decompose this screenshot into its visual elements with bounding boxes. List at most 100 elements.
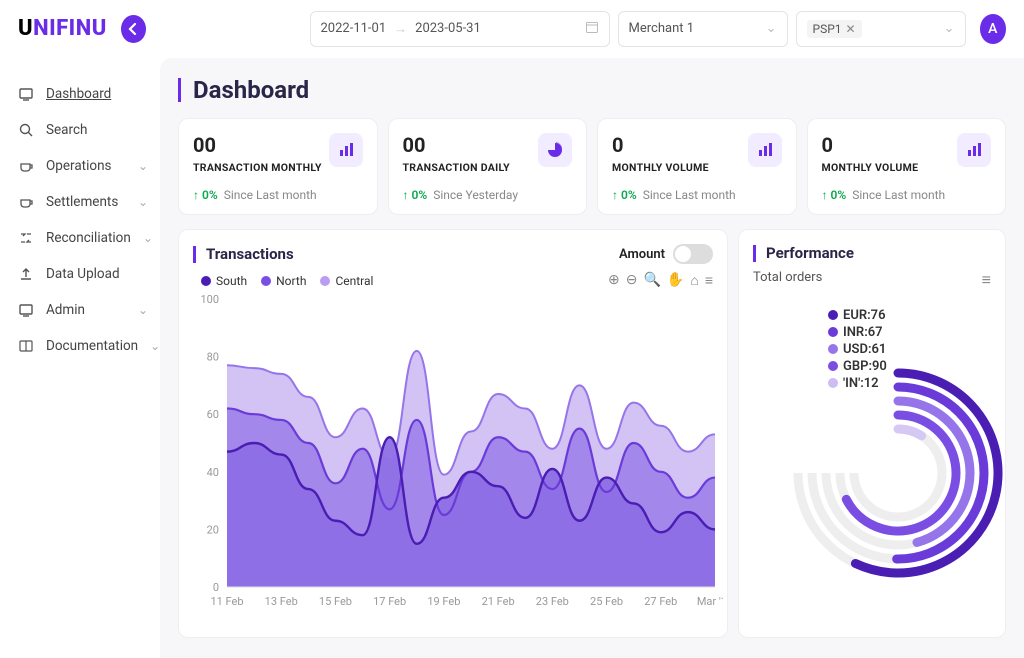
sidebar-item-admin[interactable]: Admin⌄ — [14, 292, 152, 328]
sidebar-item-reconciliation[interactable]: Reconciliation⌄ — [14, 220, 152, 256]
legend-item[interactable]: Central — [320, 274, 373, 288]
book-icon — [18, 338, 34, 354]
monitor-icon — [18, 302, 34, 318]
legend-label: North — [276, 274, 306, 288]
svg-text:21 Feb: 21 Feb — [482, 595, 515, 608]
sidebar-item-label: Data Upload — [46, 266, 120, 282]
merchant-select[interactable]: Merchant 1 ⌄ — [618, 11, 788, 47]
brand-logo: UNIFINU — [18, 16, 107, 41]
chevron-down-icon: ⌄ — [138, 303, 148, 317]
compare-icon — [18, 230, 34, 246]
svg-text:27 Feb: 27 Feb — [644, 595, 677, 608]
zoom-out-icon[interactable]: ⊖ — [626, 272, 638, 289]
sidebar-item-settlements[interactable]: Settlements⌄ — [14, 184, 152, 220]
arrow-right-icon: → — [394, 21, 407, 37]
sidebar-item-label: Settlements — [46, 194, 118, 210]
svg-text:17 Feb: 17 Feb — [373, 595, 406, 608]
close-icon[interactable]: ✕ — [846, 22, 856, 36]
sidebar-item-operations[interactable]: Operations⌄ — [14, 148, 152, 184]
svg-text:11 Feb: 11 Feb — [210, 595, 243, 608]
psp-chip[interactable]: PSP1✕ — [807, 20, 862, 38]
toggle-label: Amount — [619, 247, 665, 262]
svg-text:GBP:90: GBP:90 — [843, 359, 887, 374]
performance-chart[interactable]: EUR:76INR:67USD:61GBP:90'IN':12 — [753, 293, 991, 613]
legend-label: Central — [335, 274, 373, 288]
change-indicator: ↑ 0% — [612, 188, 637, 202]
change-since: Since Yesterday — [433, 188, 518, 202]
svg-text:40: 40 — [207, 466, 219, 479]
panel-title: Performance — [766, 244, 854, 262]
sidebar-item-search[interactable]: Search — [14, 112, 152, 148]
svg-text:Mar '17: Mar '17 — [697, 595, 723, 608]
svg-text:23 Feb: 23 Feb — [536, 595, 569, 608]
date-to: 2023-05-31 — [415, 21, 481, 36]
svg-text:100: 100 — [200, 293, 219, 306]
sidebar: DashboardSearchOperations⌄Settlements⌄Re… — [0, 58, 160, 658]
svg-text:60: 60 — [207, 408, 219, 421]
sidebar-item-documentation[interactable]: Documentation⌄ — [14, 328, 152, 364]
top-bar: UNIFINU 2022-11-01 → 2023-05-31 Merchant… — [0, 0, 1024, 58]
sidebar-item-label: Documentation — [46, 338, 138, 354]
stat-card: 00TRANSACTION MONTHLY↑ 0%Since Last mont… — [178, 118, 378, 215]
svg-text:13 Feb: 13 Feb — [265, 595, 298, 608]
pan-icon[interactable]: ✋ — [667, 272, 684, 289]
change-since: Since Last month — [643, 188, 736, 202]
menu-icon[interactable]: ≡ — [982, 270, 991, 290]
svg-text:'IN':12: 'IN':12 — [843, 376, 879, 391]
svg-text:EUR:76: EUR:76 — [843, 308, 886, 323]
search-icon — [18, 122, 34, 138]
legend-dot — [320, 276, 330, 286]
coffee-icon — [18, 194, 34, 210]
svg-text:20: 20 — [207, 523, 219, 536]
performance-panel: Performance Total orders ≡ EUR:76INR:67U… — [738, 229, 1006, 638]
svg-text:80: 80 — [207, 351, 219, 364]
chevron-down-icon: ⌄ — [944, 21, 955, 36]
sidebar-item-label: Dashboard — [46, 86, 111, 102]
panel-subtitle: Total orders — [753, 270, 991, 285]
calendar-icon — [585, 20, 599, 38]
stat-card: 0MONTHLY VOLUME↑ 0%Since Last month — [807, 118, 1007, 215]
sidebar-item-dashboard[interactable]: Dashboard — [14, 76, 152, 112]
avatar[interactable]: A — [980, 14, 1007, 44]
legend-dot — [261, 276, 271, 286]
legend-dot — [201, 276, 211, 286]
title-accent — [753, 245, 756, 262]
change-since: Since Last month — [224, 188, 317, 202]
sidebar-item-label: Reconciliation — [46, 230, 131, 246]
change-since: Since Last month — [852, 188, 945, 202]
zoom-in-icon[interactable]: ⊕ — [608, 272, 620, 289]
svg-text:15 Feb: 15 Feb — [319, 595, 352, 608]
title-accent — [193, 246, 196, 263]
legend-item[interactable]: South — [201, 274, 247, 288]
date-from: 2022-11-01 — [321, 21, 387, 36]
upload-icon — [18, 266, 34, 282]
home-icon[interactable]: ⌂ — [690, 272, 698, 289]
bar-chart-icon — [748, 133, 782, 167]
title-accent — [178, 78, 181, 102]
transactions-chart[interactable]: 02040608010011 Feb13 Feb15 Feb17 Feb19 F… — [193, 293, 713, 623]
main-content: Dashboard 00TRANSACTION MONTHLY↑ 0%Since… — [160, 58, 1024, 658]
zoom-icon[interactable]: 🔍 — [643, 272, 660, 289]
coffee-icon — [18, 158, 34, 174]
panel-title: Transactions — [206, 245, 294, 263]
chart-toolbar: ⊕ ⊖ 🔍 ✋ ⌂ ≡ — [608, 272, 713, 289]
change-indicator: ↑ 0% — [822, 188, 847, 202]
monitor-icon — [18, 86, 34, 102]
amount-toggle[interactable] — [673, 244, 713, 264]
legend-item[interactable]: North — [261, 274, 306, 288]
legend-label: South — [216, 274, 247, 288]
merchant-value: Merchant 1 — [629, 21, 695, 36]
stat-card: 00TRANSACTION DAILY↑ 0%Since Yesterday — [388, 118, 588, 215]
psp-select[interactable]: PSP1✕ ⌄ — [796, 11, 966, 47]
chevron-down-icon: ⌄ — [138, 159, 148, 173]
date-range-picker[interactable]: 2022-11-01 → 2023-05-31 — [310, 11, 610, 47]
menu-icon[interactable]: ≡ — [705, 272, 713, 289]
bar-chart-icon — [957, 133, 991, 167]
svg-text:25 Feb: 25 Feb — [590, 595, 623, 608]
chevron-down-icon: ⌄ — [766, 21, 777, 36]
svg-text:0: 0 — [213, 581, 219, 594]
sidebar-item-data-upload[interactable]: Data Upload — [14, 256, 152, 292]
bar-chart-icon — [329, 133, 363, 167]
collapse-sidebar-button[interactable] — [121, 15, 146, 43]
page-title: Dashboard — [193, 76, 309, 104]
